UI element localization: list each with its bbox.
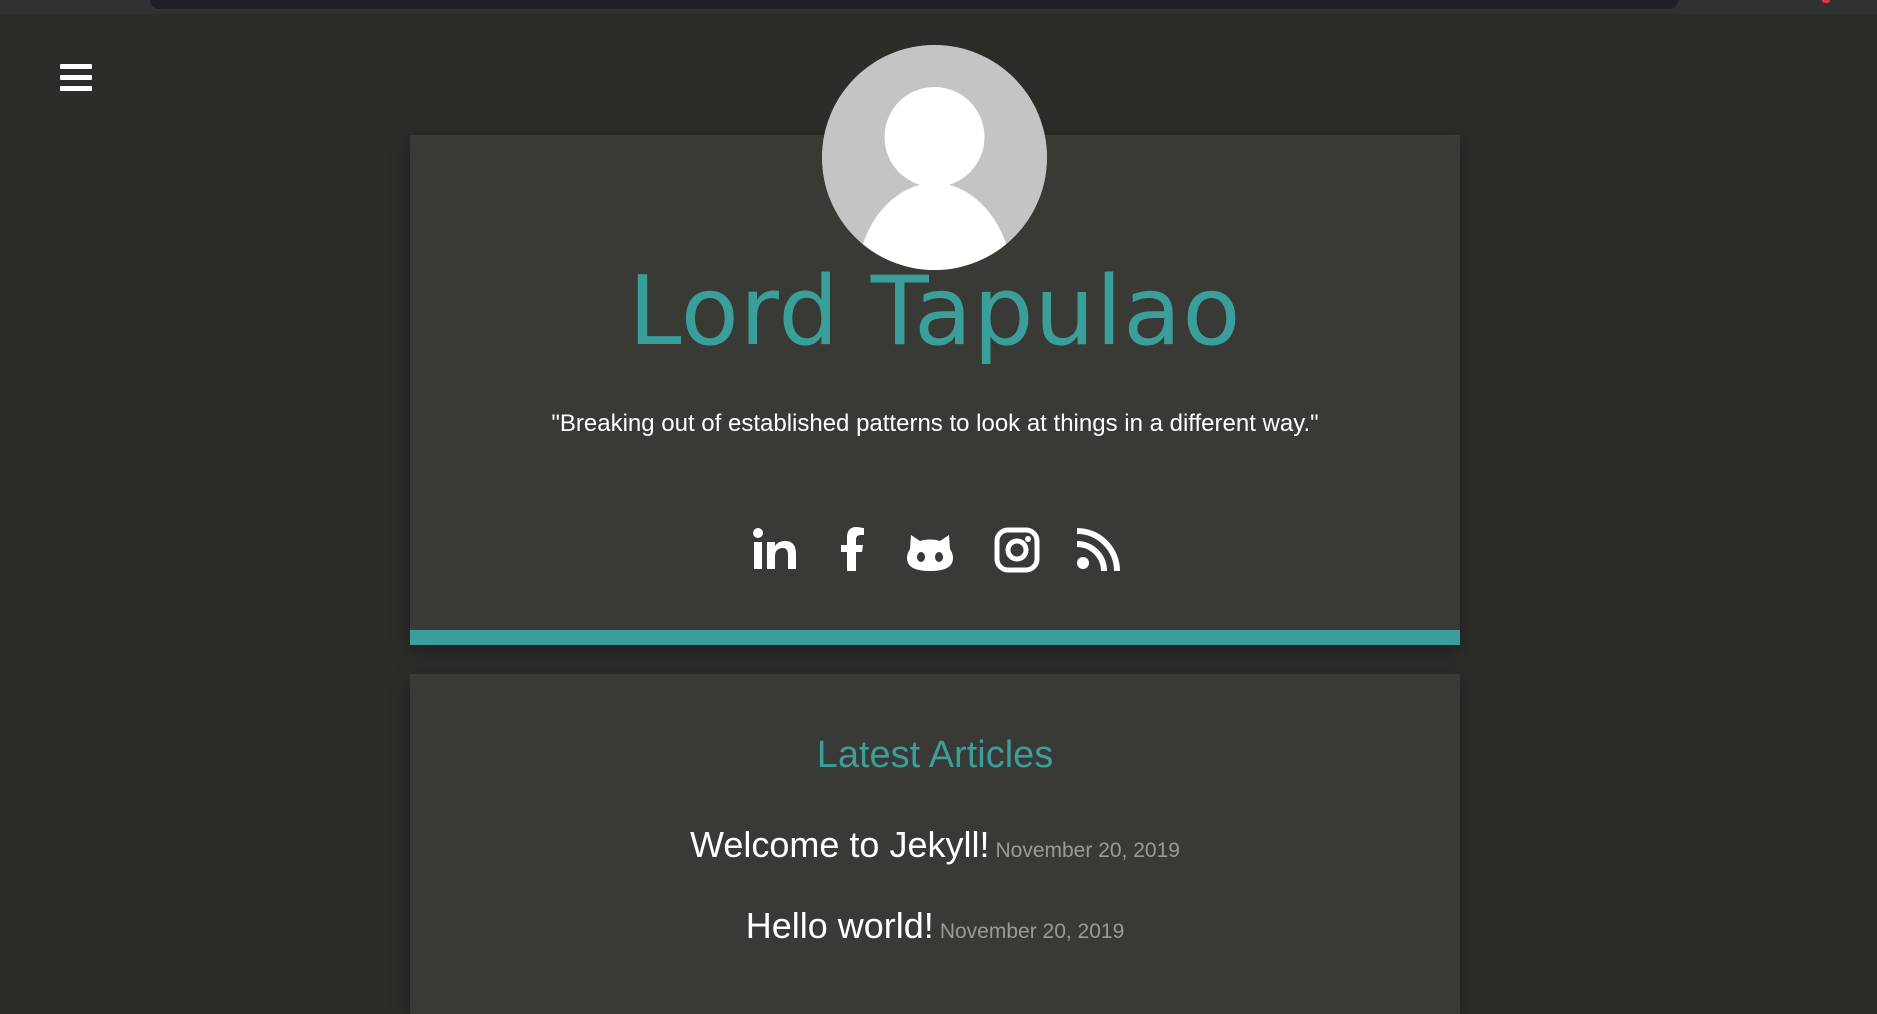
instagram-icon — [994, 527, 1040, 573]
github-link[interactable] — [905, 525, 955, 575]
linkedin-icon — [753, 528, 796, 569]
rss-icon — [1076, 528, 1120, 572]
rss-link[interactable] — [1073, 525, 1123, 575]
post-title-link[interactable]: Welcome to Jekyll! — [690, 824, 989, 865]
list-item: Hello world! November 20, 2019 — [410, 905, 1460, 947]
github-icon — [907, 535, 953, 571]
hamburger-menu-button[interactable] — [60, 64, 94, 94]
notification-indicator — [1822, 0, 1830, 3]
site-tagline: "Breaking out of established patterns to… — [551, 410, 1319, 437]
menu-icon-bar — [60, 64, 92, 69]
latest-articles-heading: Latest Articles — [816, 734, 1054, 776]
post-date: November 20, 2019 — [939, 920, 1125, 943]
menu-icon-bar — [60, 86, 92, 91]
site-title: Lord Tapulao — [628, 257, 1242, 367]
menu-icon-bar — [60, 75, 92, 80]
facebook-icon — [841, 527, 864, 571]
linkedin-link[interactable] — [750, 525, 800, 575]
list-item: Welcome to Jekyll! November 20, 2019 — [410, 824, 1460, 866]
facebook-link[interactable] — [828, 525, 878, 575]
avatar — [822, 45, 1047, 270]
post-date: November 20, 2019 — [995, 839, 1180, 862]
default-avatar-icon — [822, 45, 1047, 270]
browser-address-bar[interactable] — [150, 0, 1678, 9]
browser-top-bar — [0, 0, 1877, 14]
profile-card-accent-bar — [410, 630, 1460, 645]
instagram-link[interactable] — [992, 525, 1042, 575]
post-title-link[interactable]: Hello world! — [746, 905, 934, 946]
social-links — [740, 525, 1140, 575]
